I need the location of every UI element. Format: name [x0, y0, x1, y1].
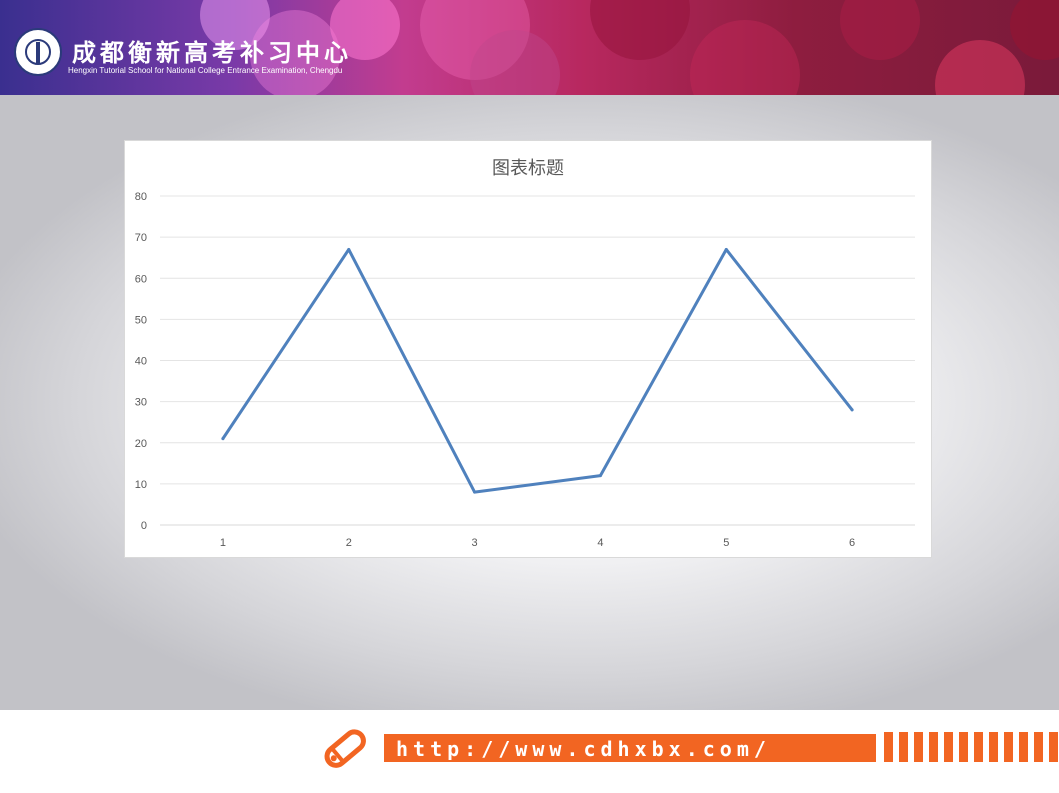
- y-tick-label: 30: [135, 397, 147, 409]
- y-tick-label: 50: [135, 314, 147, 326]
- brand-name-en: Hengxin Tutorial School for National Col…: [68, 66, 343, 75]
- data-point: [850, 408, 854, 412]
- y-tick-label: 20: [135, 438, 147, 450]
- decorative-stripes: [884, 732, 1059, 762]
- x-tick-label: 5: [723, 537, 729, 549]
- data-point: [473, 490, 477, 494]
- series-line: [221, 247, 854, 494]
- data-point: [598, 474, 602, 478]
- data-point: [221, 437, 225, 441]
- chart-plot: 0 10 20 30 40 50 60 70 80 1 2 3 4 5 6: [135, 191, 915, 549]
- y-tick-label: 80: [135, 191, 147, 203]
- bokeh-light: [1010, 0, 1059, 60]
- bokeh-light: [690, 20, 800, 95]
- x-tick-label: 4: [597, 537, 603, 549]
- x-tick-label: 6: [849, 537, 855, 549]
- header-banner: 成都衡新高考补习中心 Hengxin Tutorial School for N…: [0, 0, 1059, 95]
- y-tick-label: 0: [141, 520, 147, 532]
- brand-name-cn: 成都衡新高考补习中心: [72, 38, 352, 67]
- data-point: [724, 247, 728, 251]
- line-chart: 图表标题 0 10 20 30 40 50 60 70 80 1 2 3 4 5 6: [124, 140, 932, 558]
- school-emblem-icon: [14, 28, 62, 76]
- y-tick-label: 70: [135, 232, 147, 244]
- y-tick-label: 10: [135, 479, 147, 491]
- y-tick-label: 40: [135, 356, 147, 368]
- x-tick-label: 1: [220, 537, 226, 549]
- x-tick-label: 2: [346, 537, 352, 549]
- website-url: http://www.cdhxbx.com/: [396, 737, 771, 761]
- bokeh-light: [935, 40, 1025, 95]
- bokeh-light: [840, 0, 920, 60]
- y-tick-label: 60: [135, 273, 147, 285]
- bokeh-light: [590, 0, 690, 60]
- pencil-icon: [324, 729, 366, 768]
- data-point: [347, 247, 351, 251]
- x-tick-label: 3: [472, 537, 478, 549]
